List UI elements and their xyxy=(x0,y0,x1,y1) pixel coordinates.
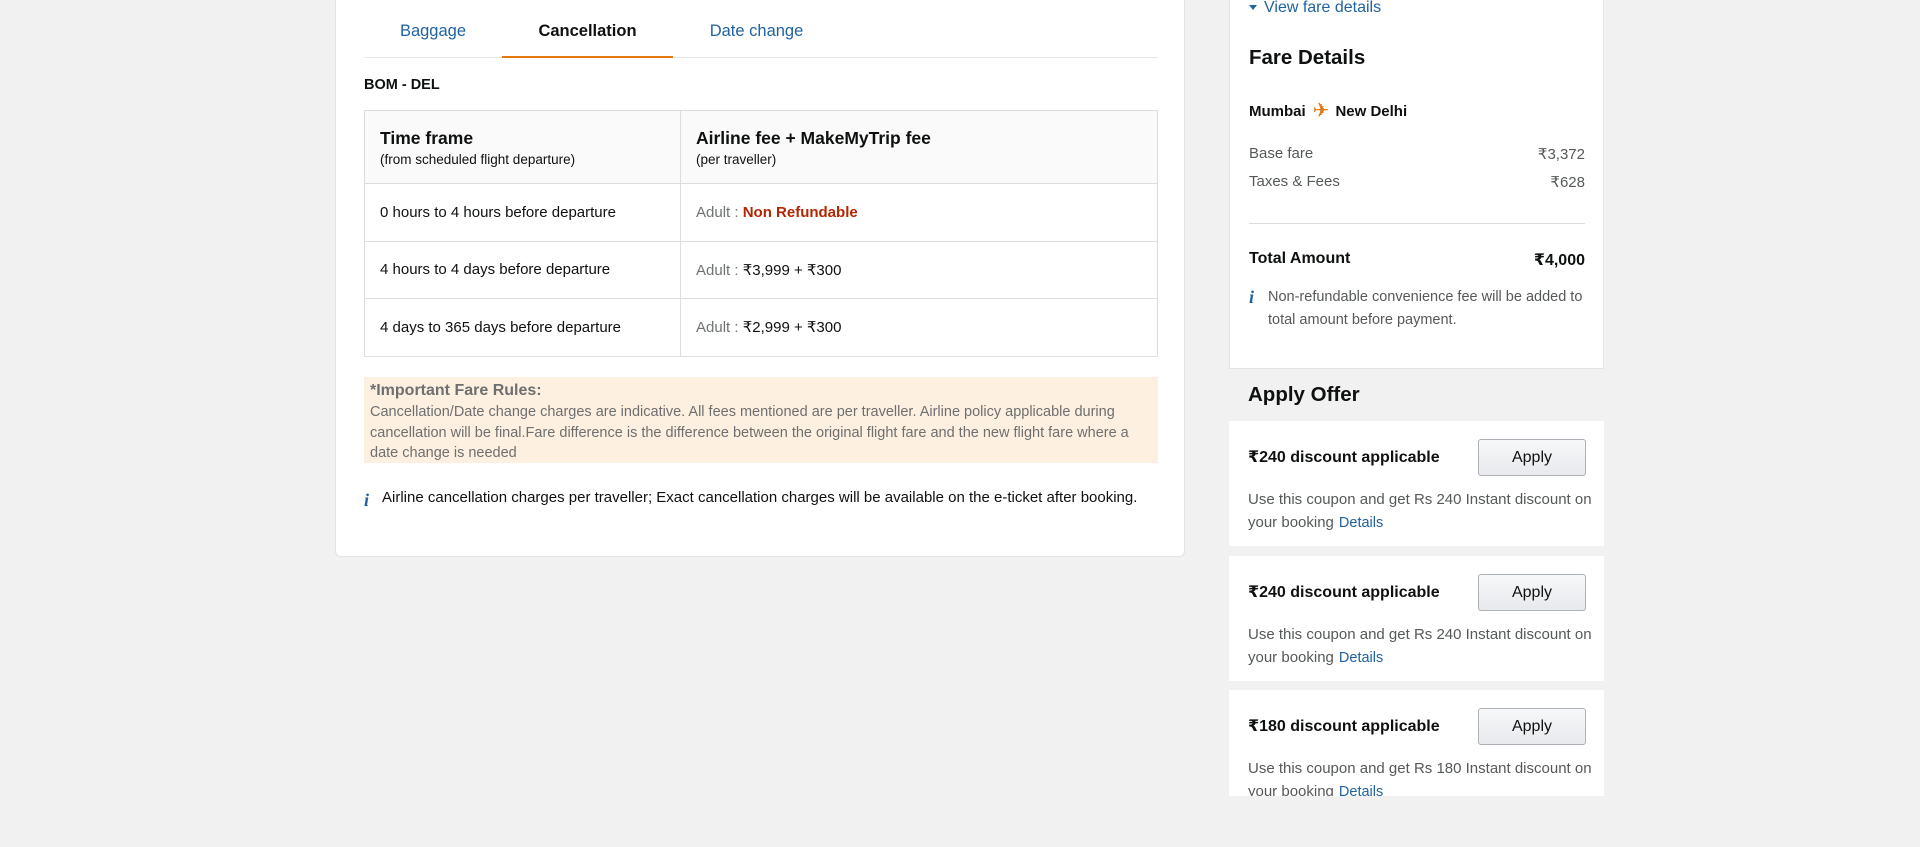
offer-description-text: Use this coupon and get Rs 240 Instant d… xyxy=(1248,626,1592,666)
offer-description: Use this coupon and get Rs 180 Instant d… xyxy=(1248,757,1593,796)
cancellation-card: Baggage Cancellation Date change BOM - D… xyxy=(335,0,1185,557)
offer-description-text: Use this coupon and get Rs 240 Instant d… xyxy=(1248,491,1592,531)
details-link[interactable]: Details xyxy=(1339,515,1383,531)
fare-rules-text: Cancellation/Date change charges are ind… xyxy=(370,404,1129,461)
fee-amount: ₹3,999 + ₹300 xyxy=(742,261,842,279)
total-amount-row: Total Amount ₹4,000 xyxy=(1249,250,1585,270)
offer-description-text: Use this coupon and get Rs 180 Instant d… xyxy=(1248,760,1592,796)
cancellation-fee-table: Time frame (from scheduled flight depart… xyxy=(364,110,1158,357)
info-icon: i xyxy=(364,490,370,510)
header-fee: Airline fee + MakeMyTrip fee (per travel… xyxy=(680,110,1158,184)
header-time-frame-subtitle: (from scheduled flight departure) xyxy=(380,151,576,167)
fee-cell: Adult : Non Refundable xyxy=(680,183,1158,242)
taxes-label: Taxes & Fees xyxy=(1249,173,1340,190)
table-header-row: Time frame (from scheduled flight depart… xyxy=(364,110,1158,184)
traveller-type: Adult : xyxy=(696,261,739,279)
offer-item: ₹180 discount applicable Apply Use this … xyxy=(1229,690,1604,796)
apply-button[interactable]: Apply xyxy=(1478,439,1586,476)
header-time-frame: Time frame (from scheduled flight depart… xyxy=(364,110,681,184)
convenience-fee-note: i Non-refundable convenience fee will be… xyxy=(1249,286,1589,332)
flight-leg: Mumbai ✈ New Delhi xyxy=(1249,100,1408,122)
fee-cell: Adult : ₹3,999 + ₹300 xyxy=(680,240,1158,299)
offer-item: ₹240 discount applicable Apply Use this … xyxy=(1229,556,1604,681)
route-label: BOM - DEL xyxy=(364,77,440,93)
header-fee-title: Airline fee + MakeMyTrip fee xyxy=(696,127,931,148)
view-fare-details-link[interactable]: View fare details xyxy=(1249,0,1381,17)
taxes-value: ₹628 xyxy=(1550,174,1585,191)
base-fare-value: ₹3,372 xyxy=(1537,146,1585,163)
caret-down-icon xyxy=(1249,5,1257,11)
details-link[interactable]: Details xyxy=(1339,784,1383,796)
airplane-icon: ✈ xyxy=(1312,100,1330,122)
apply-button[interactable]: Apply xyxy=(1478,708,1586,745)
offer-label: ₹240 discount applicable xyxy=(1248,449,1440,466)
total-amount-label: Total Amount xyxy=(1249,250,1351,267)
info-icon: i xyxy=(1249,287,1255,307)
cancellation-note: i Airline cancellation charges per trave… xyxy=(364,488,1158,510)
header-fee-subtitle: (per traveller) xyxy=(696,151,777,167)
table-row: 0 hours to 4 hours before departure Adul… xyxy=(364,183,1158,242)
fee-cell: Adult : ₹2,999 + ₹300 xyxy=(680,298,1158,357)
cancellation-note-text: Airline cancellation charges per travell… xyxy=(382,489,1138,506)
traveller-type: Adult : xyxy=(696,203,739,221)
apply-offer-title: Apply Offer xyxy=(1248,383,1360,406)
table-row: 4 hours to 4 days before departure Adult… xyxy=(364,240,1158,299)
destination-city: New Delhi xyxy=(1335,102,1408,120)
details-link[interactable]: Details xyxy=(1339,650,1383,666)
offer-description: Use this coupon and get Rs 240 Instant d… xyxy=(1248,623,1593,670)
policy-tabs: Baggage Cancellation Date change xyxy=(364,0,1158,58)
base-fare-label: Base fare xyxy=(1249,145,1314,162)
view-fare-details-label: View fare details xyxy=(1264,0,1382,16)
taxes-row: Taxes & Fees ₹628 xyxy=(1249,173,1585,191)
origin-city: Mumbai xyxy=(1249,102,1306,120)
tab-baggage[interactable]: Baggage xyxy=(364,0,502,58)
traveller-type: Adult : xyxy=(696,319,739,337)
table-row: 4 days to 365 days before departure Adul… xyxy=(364,298,1158,357)
fare-rules-title: *Important Fare Rules: xyxy=(370,382,542,399)
offer-label: ₹240 discount applicable xyxy=(1248,584,1440,601)
fee-amount: ₹2,999 + ₹300 xyxy=(742,319,842,337)
important-fare-rules: *Important Fare Rules: Cancellation/Date… xyxy=(364,377,1158,463)
non-refundable-label: Non Refundable xyxy=(742,203,858,221)
apply-button[interactable]: Apply xyxy=(1478,574,1586,611)
fare-details-card: View fare details Fare Details Mumbai ✈ … xyxy=(1229,0,1604,369)
offer-list: ₹240 discount applicable Apply Use this … xyxy=(1229,410,1604,796)
tab-date-change[interactable]: Date change xyxy=(673,0,840,58)
header-time-frame-title: Time frame xyxy=(380,127,474,148)
time-frame-cell: 0 hours to 4 hours before departure xyxy=(364,183,681,242)
time-frame-cell: 4 days to 365 days before departure xyxy=(364,298,681,357)
divider xyxy=(1249,223,1585,224)
base-fare-row: Base fare ₹3,372 xyxy=(1249,145,1585,163)
total-amount-value: ₹4,000 xyxy=(1533,252,1585,269)
offer-item: ₹240 discount applicable Apply Use this … xyxy=(1229,421,1604,546)
offer-description: Use this coupon and get Rs 240 Instant d… xyxy=(1248,488,1593,535)
fare-details-title: Fare Details xyxy=(1249,46,1366,69)
tab-cancellation[interactable]: Cancellation xyxy=(502,0,673,58)
offer-label: ₹180 discount applicable xyxy=(1248,718,1440,735)
time-frame-cell: 4 hours to 4 days before departure xyxy=(364,240,681,299)
convenience-fee-note-text: Non-refundable convenience fee will be a… xyxy=(1268,289,1583,328)
